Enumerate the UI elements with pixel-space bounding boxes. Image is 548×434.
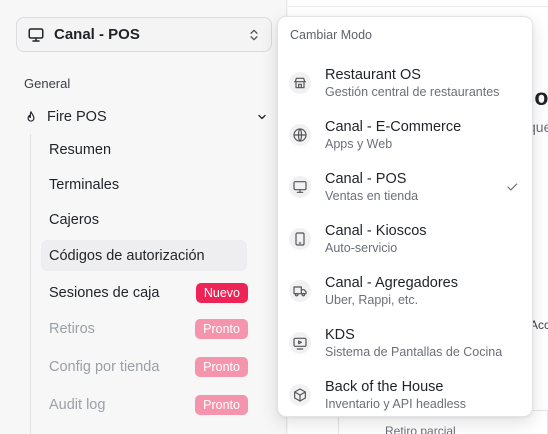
globe-icon — [289, 124, 311, 146]
soon-badge: Pronto — [195, 394, 248, 415]
sidebar-item-codigos-autorizacion[interactable]: Códigos de autorización — [41, 240, 247, 271]
check-icon — [507, 183, 518, 191]
mode-option-ecommerce[interactable]: Canal - E-Commerce Apps y Web — [283, 112, 529, 158]
sidebar-item-cajeros[interactable]: Cajeros — [41, 204, 247, 235]
mode-option-agregadores[interactable]: Canal - Agregadores Uber, Rappi, etc. — [283, 268, 529, 314]
mode-option-title: Canal - Agregadores — [325, 275, 458, 291]
mode-option-desc: Uber, Rappi, etc. — [325, 293, 419, 307]
sidebar-item-config-tienda: Config por tienda Pronto — [41, 351, 248, 382]
sidebar: Canal - POS General Fire POS Resumen Ter… — [0, 0, 287, 434]
sidebar-item-audit-log: Audit log Pronto — [41, 389, 248, 420]
mode-option-desc: Gestión central de restaurantes — [325, 85, 500, 99]
sidebar-item-label: Retiros — [49, 320, 95, 337]
mode-switcher-label: Canal - POS — [54, 26, 140, 43]
mode-switcher-button[interactable]: Canal - POS — [16, 17, 272, 52]
mode-option-kioscos[interactable]: Canal - Kioscos Auto-servicio — [283, 216, 529, 262]
sidebar-item-resumen[interactable]: Resumen — [41, 134, 247, 165]
mode-option-desc: Sistema de Pantallas de Cocina — [325, 345, 503, 359]
mode-option-title: Back of the House — [325, 379, 444, 395]
package-icon — [289, 384, 311, 406]
truck-icon — [289, 280, 311, 302]
mode-option-back-of-house[interactable]: Back of the House Inventario y API headl… — [283, 372, 529, 418]
sidebar-group-fire-pos[interactable]: Fire POS — [24, 106, 268, 128]
sidebar-item-label: Resumen — [49, 141, 112, 158]
sidebar-item-sesiones-caja[interactable]: Sesiones de caja Nuevo — [41, 277, 248, 308]
mode-option-title: Canal - POS — [325, 171, 407, 187]
mode-option-desc: Ventas en tienda — [325, 189, 419, 203]
sidebar-item-label: Terminales — [49, 176, 120, 193]
sidebar-item-terminales[interactable]: Terminales — [41, 169, 247, 200]
sidebar-item-retiros: Retiros Pronto — [41, 313, 248, 344]
mode-option-pos[interactable]: Canal - POS Ventas en tienda — [283, 164, 529, 210]
mode-option-desc: Auto-servicio — [325, 241, 398, 255]
store-icon — [289, 72, 311, 94]
divider — [288, 6, 548, 7]
sidebar-item-label: Códigos de autorización — [49, 247, 205, 264]
tree-line — [30, 134, 31, 434]
retiro-label: Retiro parcial — [385, 424, 456, 434]
soon-badge: Pronto — [195, 318, 248, 339]
sidebar-item-label: Config por tienda — [49, 358, 160, 375]
mode-dropdown-menu: Cambiar Modo Restaurant OS Gestión centr… — [277, 16, 533, 417]
sidebar-item-label: Cajeros — [49, 211, 99, 228]
mode-option-restaurant-os[interactable]: Restaurant OS Gestión central de restaur… — [283, 60, 529, 106]
mode-option-kds[interactable]: KDS Sistema de Pantallas de Cocina — [283, 320, 529, 366]
flame-icon — [27, 111, 35, 122]
chevron-down-icon — [258, 114, 266, 120]
section-label-general: General — [24, 76, 71, 91]
monitor-icon — [28, 27, 44, 42]
chevron-up-down-icon — [250, 29, 258, 40]
mode-option-title: Restaurant OS — [325, 67, 421, 83]
dropdown-heading: Cambiar Modo — [290, 28, 372, 42]
monitor-icon — [289, 176, 311, 198]
sidebar-item-label: Sesiones de caja — [49, 284, 160, 301]
soon-badge: Pronto — [195, 356, 248, 377]
mode-option-desc: Inventario y API headless — [325, 397, 467, 411]
new-badge: Nuevo — [195, 282, 248, 303]
sidebar-item-label: Audit log — [49, 396, 106, 413]
sidebar-group-label: Fire POS — [47, 109, 107, 125]
mode-option-desc: Apps y Web — [325, 137, 393, 151]
mode-option-title: Canal - E-Commerce — [325, 119, 462, 135]
mode-option-title: KDS — [325, 327, 355, 343]
screen-play-icon — [289, 332, 311, 354]
tablet-icon — [289, 228, 311, 250]
mode-option-title: Canal - Kioscos — [325, 223, 427, 239]
